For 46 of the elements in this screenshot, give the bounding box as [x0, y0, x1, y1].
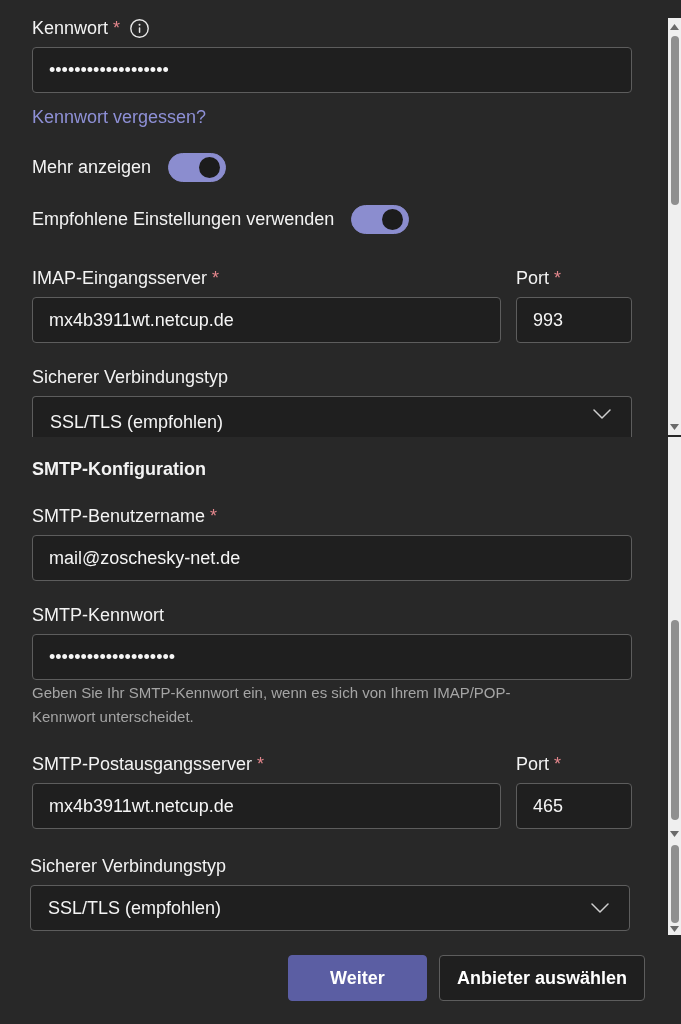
scroll-up-arrow-icon[interactable]: [670, 24, 679, 30]
field-label: Port: [516, 753, 549, 776]
next-button[interactable]: Weiter: [287, 955, 427, 1001]
toggle-label: Empfohlene Einstellungen verwenden: [32, 207, 335, 231]
field-label: SMTP-Benutzername: [32, 505, 206, 528]
chevron-down-icon: [591, 903, 609, 913]
input-field[interactable]: mx4b3911wt.netcup.de: [32, 783, 501, 829]
scrollbar-thumb[interactable]: [670, 845, 679, 923]
field-label: Port: [516, 267, 549, 290]
required-mark: *: [113, 17, 121, 40]
chevron-down-icon: [593, 409, 611, 419]
required-mark: *: [212, 267, 220, 290]
help-text: Geben Sie Ihr SMTP-Kennwort ein, wenn es sich von Ihrem IMAP/POP-Kennwort unterscheidet.: [32, 683, 512, 727]
scroll-down-arrow-icon[interactable]: [670, 424, 679, 430]
toggle-label: Mehr anzeigen: [32, 155, 152, 179]
input-field[interactable]: mail@zoschesky-net.de: [32, 535, 632, 581]
input-field[interactable]: 993: [516, 297, 632, 343]
field-label: SMTP-Postausgangsserver: [32, 753, 253, 776]
choose-provider-button[interactable]: Anbieter auswählen: [438, 955, 645, 1001]
forgot-password-link[interactable]: Kennwort vergessen?: [32, 105, 207, 129]
input-field[interactable]: mx4b3911wt.netcup.de: [32, 297, 501, 343]
field-label: SMTP-Kennwort: [32, 604, 165, 627]
field-label: Sicherer Verbindungstyp: [30, 855, 227, 878]
toggle-switch[interactable]: [351, 204, 410, 234]
scroll-down-arrow-icon[interactable]: [670, 926, 679, 932]
input-field[interactable]: ••••••••••••••••••••: [32, 634, 632, 680]
scrollbar-thumb[interactable]: [670, 620, 679, 820]
required-mark: *: [554, 267, 562, 290]
dropdown[interactable]: SSL/TLS (empfohlen): [30, 885, 630, 931]
toggle-switch[interactable]: [168, 152, 227, 182]
required-mark: *: [210, 505, 218, 528]
scrollbar[interactable]: [668, 18, 681, 435]
field-label: IMAP-Eingangsserver: [32, 267, 208, 290]
input-field[interactable]: 465: [516, 783, 632, 829]
scroll-down-arrow-icon[interactable]: [670, 831, 679, 837]
required-mark: *: [554, 753, 562, 776]
scrollbar-thumb[interactable]: [670, 36, 679, 205]
field-label: Sicherer Verbindungstyp: [32, 366, 229, 389]
scrollbar[interactable]: [668, 842, 681, 935]
field-label: Kennwort: [32, 17, 109, 40]
scrollbar[interactable]: [668, 437, 681, 842]
input-field[interactable]: •••••••••••••••••••: [32, 47, 632, 93]
section-heading: SMTP-Konfiguration: [32, 458, 207, 481]
dropdown[interactable]: SSL/TLS (empfohlen): [32, 396, 632, 437]
info-icon[interactable]: [130, 18, 150, 38]
required-mark: *: [257, 753, 265, 776]
